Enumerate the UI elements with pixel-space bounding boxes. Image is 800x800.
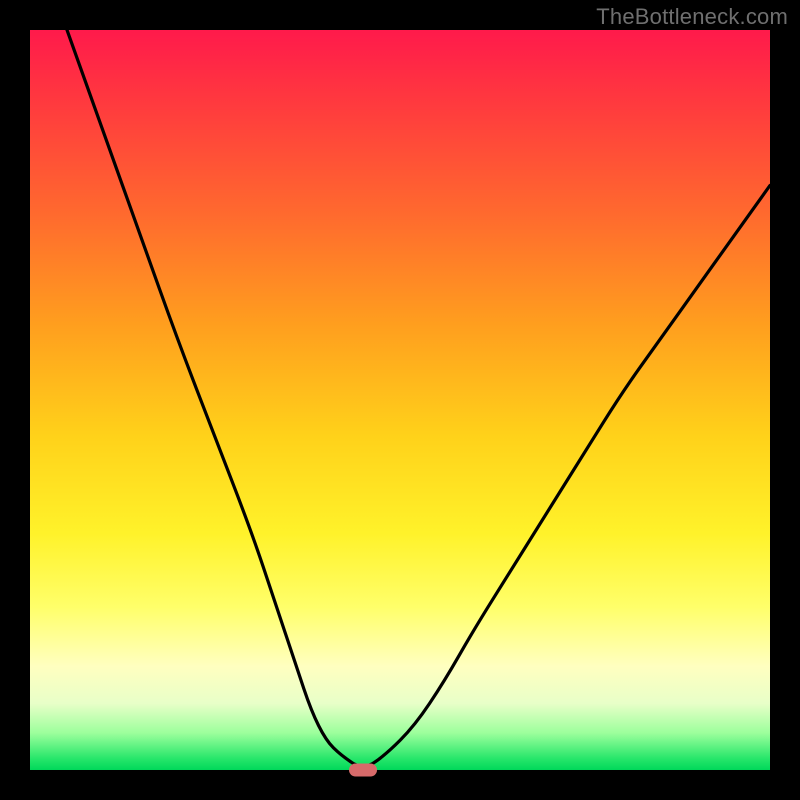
chart-frame: TheBottleneck.com	[0, 0, 800, 800]
plot-area	[30, 30, 770, 770]
watermark-text: TheBottleneck.com	[596, 4, 788, 30]
bottleneck-marker	[349, 764, 377, 777]
curve-path	[67, 30, 770, 766]
bottleneck-curve	[30, 30, 770, 770]
